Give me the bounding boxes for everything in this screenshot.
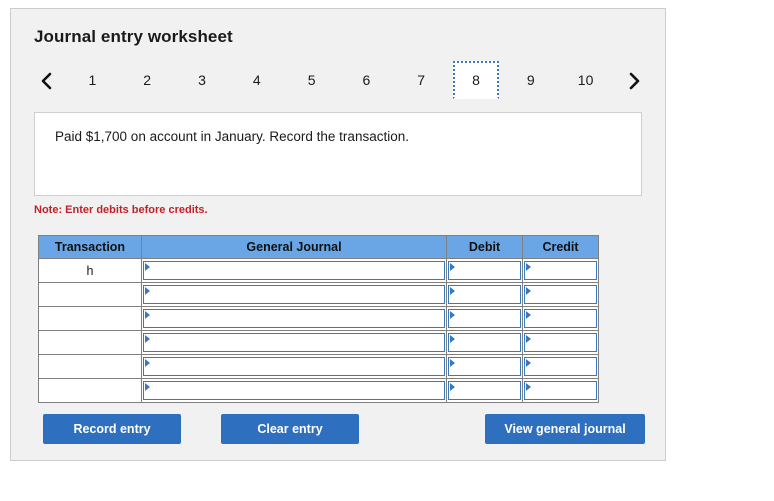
next-page-button[interactable] <box>621 61 647 101</box>
dropdown-caret-icon <box>450 311 455 319</box>
general-journal-input-cell <box>141 330 447 355</box>
credit-input-cell <box>522 330 599 355</box>
general-journal-input[interactable] <box>143 309 445 328</box>
table-row <box>38 354 599 379</box>
debit-input[interactable] <box>448 333 521 352</box>
worksheet-tab-2[interactable]: 2 <box>124 61 170 99</box>
worksheet-tab-8[interactable]: 8 <box>453 61 499 99</box>
debit-input-cell <box>446 258 523 283</box>
table-row <box>38 378 599 403</box>
worksheet-tab-4[interactable]: 4 <box>234 61 280 99</box>
worksheet-tab-5[interactable]: 5 <box>289 61 335 99</box>
dropdown-caret-icon <box>145 287 150 295</box>
credit-input[interactable] <box>524 285 597 304</box>
worksheet-tab-7[interactable]: 7 <box>398 61 444 99</box>
general-journal-input-cell <box>141 354 447 379</box>
record-entry-button[interactable]: Record entry <box>43 414 181 444</box>
dropdown-caret-icon <box>145 263 150 271</box>
debit-input[interactable] <box>448 285 521 304</box>
dropdown-caret-icon <box>450 263 455 271</box>
credit-input[interactable] <box>524 261 597 280</box>
dropdown-caret-icon <box>526 311 531 319</box>
general-journal-input[interactable] <box>143 381 445 400</box>
debit-input-cell <box>446 306 523 331</box>
credit-input[interactable] <box>524 309 597 328</box>
general-journal-input[interactable] <box>143 285 445 304</box>
general-journal-input-cell <box>141 282 447 307</box>
transaction-cell <box>38 354 142 379</box>
worksheet-tab-3[interactable]: 3 <box>179 61 225 99</box>
table-row <box>38 330 599 355</box>
worksheet-tab-9[interactable]: 9 <box>508 61 554 99</box>
general-journal-input-cell <box>141 258 447 283</box>
worksheet-tab-6[interactable]: 6 <box>343 61 389 99</box>
debit-input-cell <box>446 378 523 403</box>
column-header-credit: Credit <box>522 235 599 259</box>
debit-input[interactable] <box>448 261 521 280</box>
general-journal-input-cell <box>141 306 447 331</box>
dropdown-caret-icon <box>526 263 531 271</box>
general-journal-input-cell <box>141 378 447 403</box>
dropdown-caret-icon <box>145 359 150 367</box>
table-row <box>38 282 599 307</box>
journal-table-header-row: Transaction General Journal Debit Credit <box>38 235 599 259</box>
debit-input[interactable] <box>448 381 521 400</box>
question-text: Paid $1,700 on account in January. Recor… <box>55 129 409 144</box>
credit-input[interactable] <box>524 357 597 376</box>
debit-input-cell <box>446 282 523 307</box>
credit-input[interactable] <box>524 333 597 352</box>
credit-input-cell <box>522 282 599 307</box>
debits-before-credits-note: Note: Enter debits before credits. <box>34 204 208 216</box>
credit-input[interactable] <box>524 381 597 400</box>
transaction-cell <box>38 306 142 331</box>
column-header-transaction: Transaction <box>38 235 142 259</box>
dropdown-caret-icon <box>450 335 455 343</box>
debit-input[interactable] <box>448 309 521 328</box>
worksheet-tab-1[interactable]: 1 <box>69 61 115 99</box>
journal-entry-table: Transaction General Journal Debit Credit… <box>38 235 599 403</box>
credit-input-cell <box>522 378 599 403</box>
dropdown-caret-icon <box>526 287 531 295</box>
general-journal-input[interactable] <box>143 357 445 376</box>
table-row: h <box>38 258 599 283</box>
journal-table-head: Transaction General Journal Debit Credit <box>38 235 599 259</box>
credit-input-cell <box>522 354 599 379</box>
worksheet-tab-list: 1 2 3 4 5 6 7 8 9 10 <box>65 61 613 101</box>
transaction-cell <box>38 330 142 355</box>
transaction-cell: h <box>38 258 142 283</box>
debit-input-cell <box>446 354 523 379</box>
table-row <box>38 306 599 331</box>
dropdown-caret-icon <box>526 383 531 391</box>
dropdown-caret-icon <box>145 383 150 391</box>
dropdown-caret-icon <box>145 311 150 319</box>
transaction-cell <box>38 378 142 403</box>
worksheet-tab-10[interactable]: 10 <box>563 61 609 99</box>
page-title: Journal entry worksheet <box>34 27 233 46</box>
worksheet-tab-strip: 1 2 3 4 5 6 7 8 9 10 <box>31 61 647 101</box>
credit-input-cell <box>522 258 599 283</box>
dropdown-caret-icon <box>145 335 150 343</box>
debit-input[interactable] <box>448 357 521 376</box>
journal-table-body: h <box>38 258 599 403</box>
dropdown-caret-icon <box>450 359 455 367</box>
transaction-cell <box>38 282 142 307</box>
column-header-general-journal: General Journal <box>141 235 447 259</box>
debit-input-cell <box>446 330 523 355</box>
clear-entry-button[interactable]: Clear entry <box>221 414 359 444</box>
dropdown-caret-icon <box>526 359 531 367</box>
journal-entry-worksheet-card: Journal entry worksheet 1 2 3 4 5 6 7 8 9 10 Paid… <box>10 8 666 461</box>
column-header-debit: Debit <box>446 235 523 259</box>
dropdown-caret-icon <box>526 335 531 343</box>
question-panel: Paid $1,700 on account in January. Recor… <box>34 112 642 196</box>
dropdown-caret-icon <box>450 287 455 295</box>
prev-page-button[interactable] <box>33 61 59 101</box>
dropdown-caret-icon <box>450 383 455 391</box>
credit-input-cell <box>522 306 599 331</box>
general-journal-input[interactable] <box>143 333 445 352</box>
general-journal-input[interactable] <box>143 261 445 280</box>
view-general-journal-button[interactable]: View general journal <box>485 414 645 444</box>
